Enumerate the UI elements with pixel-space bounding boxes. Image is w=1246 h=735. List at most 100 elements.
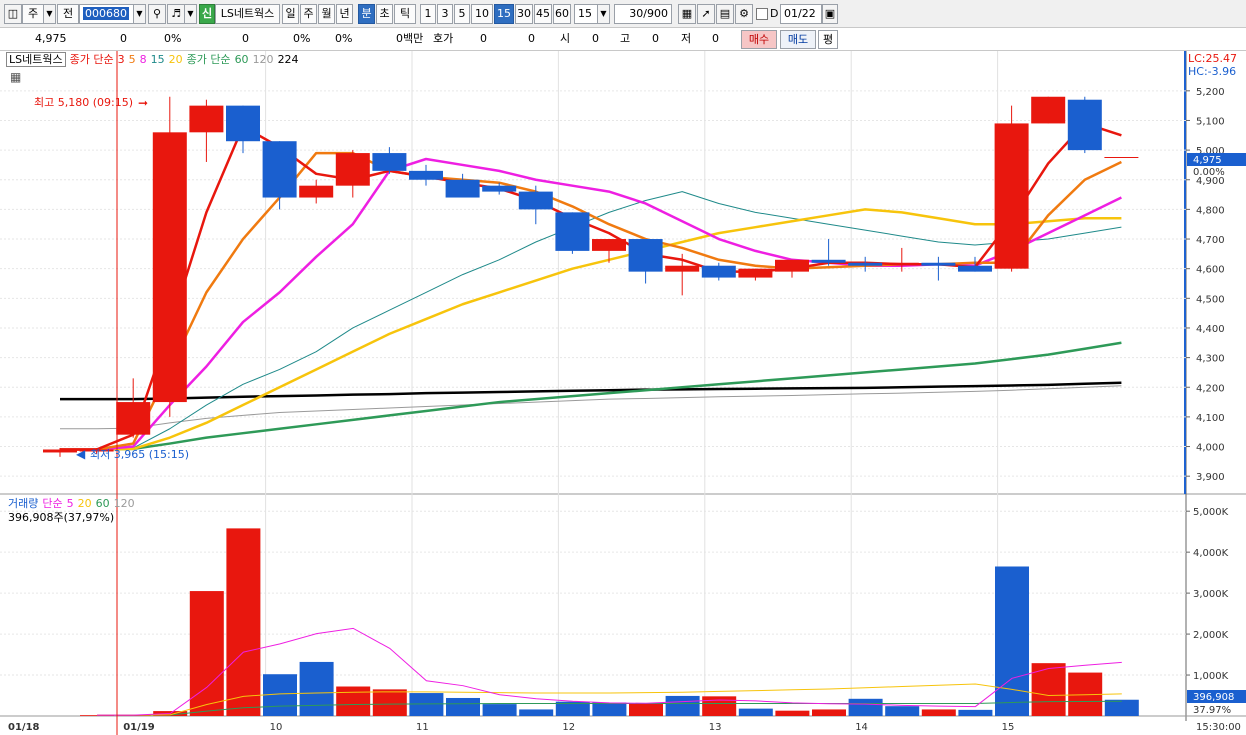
date-input[interactable]: 01/22 bbox=[780, 4, 822, 24]
volume-current: 396,908주(37,97%) bbox=[8, 511, 115, 524]
interval-3[interactable]: 3 bbox=[437, 4, 453, 24]
legend-vol-ma20: 20 bbox=[77, 497, 92, 510]
quote-price: 4,975 bbox=[35, 32, 67, 45]
legend-ma3: 3 bbox=[117, 53, 125, 66]
interval-45[interactable]: 45 bbox=[534, 4, 552, 24]
volume-bar bbox=[738, 708, 773, 716]
legend-vol-ma60: 60 bbox=[95, 497, 110, 510]
sell-button[interactable]: 매도 bbox=[780, 30, 816, 49]
candle bbox=[921, 262, 956, 266]
candle-type-icon[interactable]: ▦ bbox=[678, 4, 696, 24]
price-tick-label: 4,100 bbox=[1196, 413, 1225, 424]
period-second[interactable]: 초 bbox=[376, 4, 393, 24]
price-tick-label: 4,200 bbox=[1196, 383, 1225, 394]
time-label: 01/19 bbox=[123, 722, 155, 733]
volume-tick-label: 1,000K bbox=[1193, 671, 1229, 682]
speaker-dropdown-icon[interactable]: ▼ bbox=[185, 4, 197, 24]
volume-legend: 거래량 단순 5 20 60 120 bbox=[8, 497, 139, 511]
candle bbox=[226, 105, 260, 142]
market-dropdown-icon[interactable]: ▼ bbox=[44, 4, 56, 24]
candle bbox=[701, 265, 736, 278]
interval-60[interactable]: 60 bbox=[553, 4, 571, 24]
interval-30[interactable]: 30 bbox=[515, 4, 533, 24]
time-label: 14 bbox=[855, 722, 868, 733]
volume-bar bbox=[482, 704, 517, 716]
stock-code-dropdown-icon[interactable]: ▼ bbox=[134, 4, 146, 24]
candle bbox=[628, 239, 663, 272]
high-arrow-icon: ➞ bbox=[138, 96, 148, 110]
lc-label: LC:25.47 bbox=[1188, 52, 1237, 65]
svg-text:396,908: 396,908 bbox=[1193, 692, 1234, 703]
legend-volume-label: 거래량 bbox=[8, 497, 39, 510]
d-checkbox[interactable] bbox=[756, 8, 768, 20]
legend-vol-ma-label: 단순 bbox=[42, 497, 63, 510]
buy-button[interactable]: 매수 bbox=[741, 30, 777, 49]
stock-code-input[interactable]: 000680 bbox=[79, 4, 134, 24]
legend-ma120: 120 bbox=[252, 53, 274, 66]
interval-input[interactable]: 15 bbox=[574, 4, 598, 24]
interval-1[interactable]: 1 bbox=[420, 4, 436, 24]
legend-stock-name[interactable]: LS네트웍스 bbox=[6, 52, 66, 67]
volume-bar bbox=[921, 709, 956, 716]
volume-tag: 396,908 bbox=[1187, 690, 1246, 703]
period-year[interactable]: 년 bbox=[336, 4, 353, 24]
candle bbox=[116, 402, 151, 435]
toolbar: ◫ 주 ▼ 전 000680 ▼ ⚲ ♬ ▼ 신 LS네트웍스 일 주 월 년 … bbox=[0, 0, 1246, 28]
price-tick-label: 4,400 bbox=[1196, 324, 1225, 335]
period-day[interactable]: 일 bbox=[282, 4, 299, 24]
interval-15[interactable]: 15 bbox=[494, 4, 514, 24]
grid-settings-icon[interactable]: ▦ bbox=[10, 70, 21, 84]
layout-icon[interactable]: ◫ bbox=[4, 4, 22, 24]
volume-bar bbox=[995, 566, 1029, 716]
candle bbox=[262, 141, 297, 198]
volume-bar bbox=[958, 709, 993, 716]
legend-ma-label2: 종가 단순 bbox=[186, 53, 231, 66]
price-tick-label: 5,100 bbox=[1196, 116, 1225, 127]
period-month[interactable]: 월 bbox=[318, 4, 335, 24]
quote-bid-value: 0 bbox=[480, 32, 487, 45]
candle bbox=[884, 262, 919, 265]
current-pct-tag: 0.00% bbox=[1193, 167, 1225, 178]
period-tick[interactable]: 틱 bbox=[394, 4, 416, 24]
candle bbox=[811, 259, 846, 263]
new-badge: 신 bbox=[199, 4, 215, 24]
volume-bar bbox=[885, 706, 920, 716]
interval-5[interactable]: 5 bbox=[454, 4, 470, 24]
quote-open-label: 시 bbox=[560, 32, 571, 45]
count-input[interactable]: 30/900 bbox=[614, 4, 672, 24]
time-label: 12 bbox=[562, 722, 575, 733]
period-minute[interactable]: 분 bbox=[358, 4, 375, 24]
candle bbox=[775, 259, 809, 272]
period-week[interactable]: 주 bbox=[300, 4, 317, 24]
legend-vol-ma5: 5 bbox=[66, 497, 74, 510]
search-icon[interactable]: ⚲ bbox=[148, 4, 166, 24]
candle bbox=[299, 185, 334, 198]
candle bbox=[43, 449, 77, 453]
chart-canvas[interactable]: 5,2005,1005,0004,9004,8004,7004,6004,500… bbox=[0, 51, 1246, 735]
candle bbox=[555, 212, 590, 251]
volume-bar bbox=[189, 591, 224, 716]
volume-bar bbox=[702, 696, 737, 716]
current-price-tag: 4,975 bbox=[1187, 153, 1246, 166]
market-select[interactable]: 주 bbox=[22, 4, 44, 24]
save-icon[interactable]: ▤ bbox=[716, 4, 734, 24]
interval-dropdown-icon[interactable]: ▼ bbox=[598, 4, 610, 24]
speaker-icon[interactable]: ♬ bbox=[167, 4, 185, 24]
interval-10[interactable]: 10 bbox=[471, 4, 493, 24]
candle bbox=[152, 132, 187, 403]
gear-icon[interactable]: ⚙ bbox=[735, 4, 753, 24]
candle bbox=[994, 123, 1029, 269]
legend-ma5: 5 bbox=[128, 53, 136, 66]
avg-button[interactable]: 평 bbox=[818, 30, 838, 49]
volume-bar bbox=[1104, 699, 1139, 716]
calendar-icon[interactable]: ▣ bbox=[822, 4, 838, 24]
price-tick-label: 4,700 bbox=[1196, 235, 1225, 246]
volume-tick-label: 3,000K bbox=[1193, 589, 1229, 600]
price-tick-label: 4,500 bbox=[1196, 294, 1225, 305]
volume-bar bbox=[665, 695, 700, 716]
prev-button[interactable]: 전 bbox=[57, 4, 79, 24]
candle bbox=[335, 153, 370, 186]
draw-line-icon[interactable]: ➚ bbox=[697, 4, 715, 24]
volume-bar bbox=[629, 703, 663, 716]
candle bbox=[665, 265, 700, 272]
